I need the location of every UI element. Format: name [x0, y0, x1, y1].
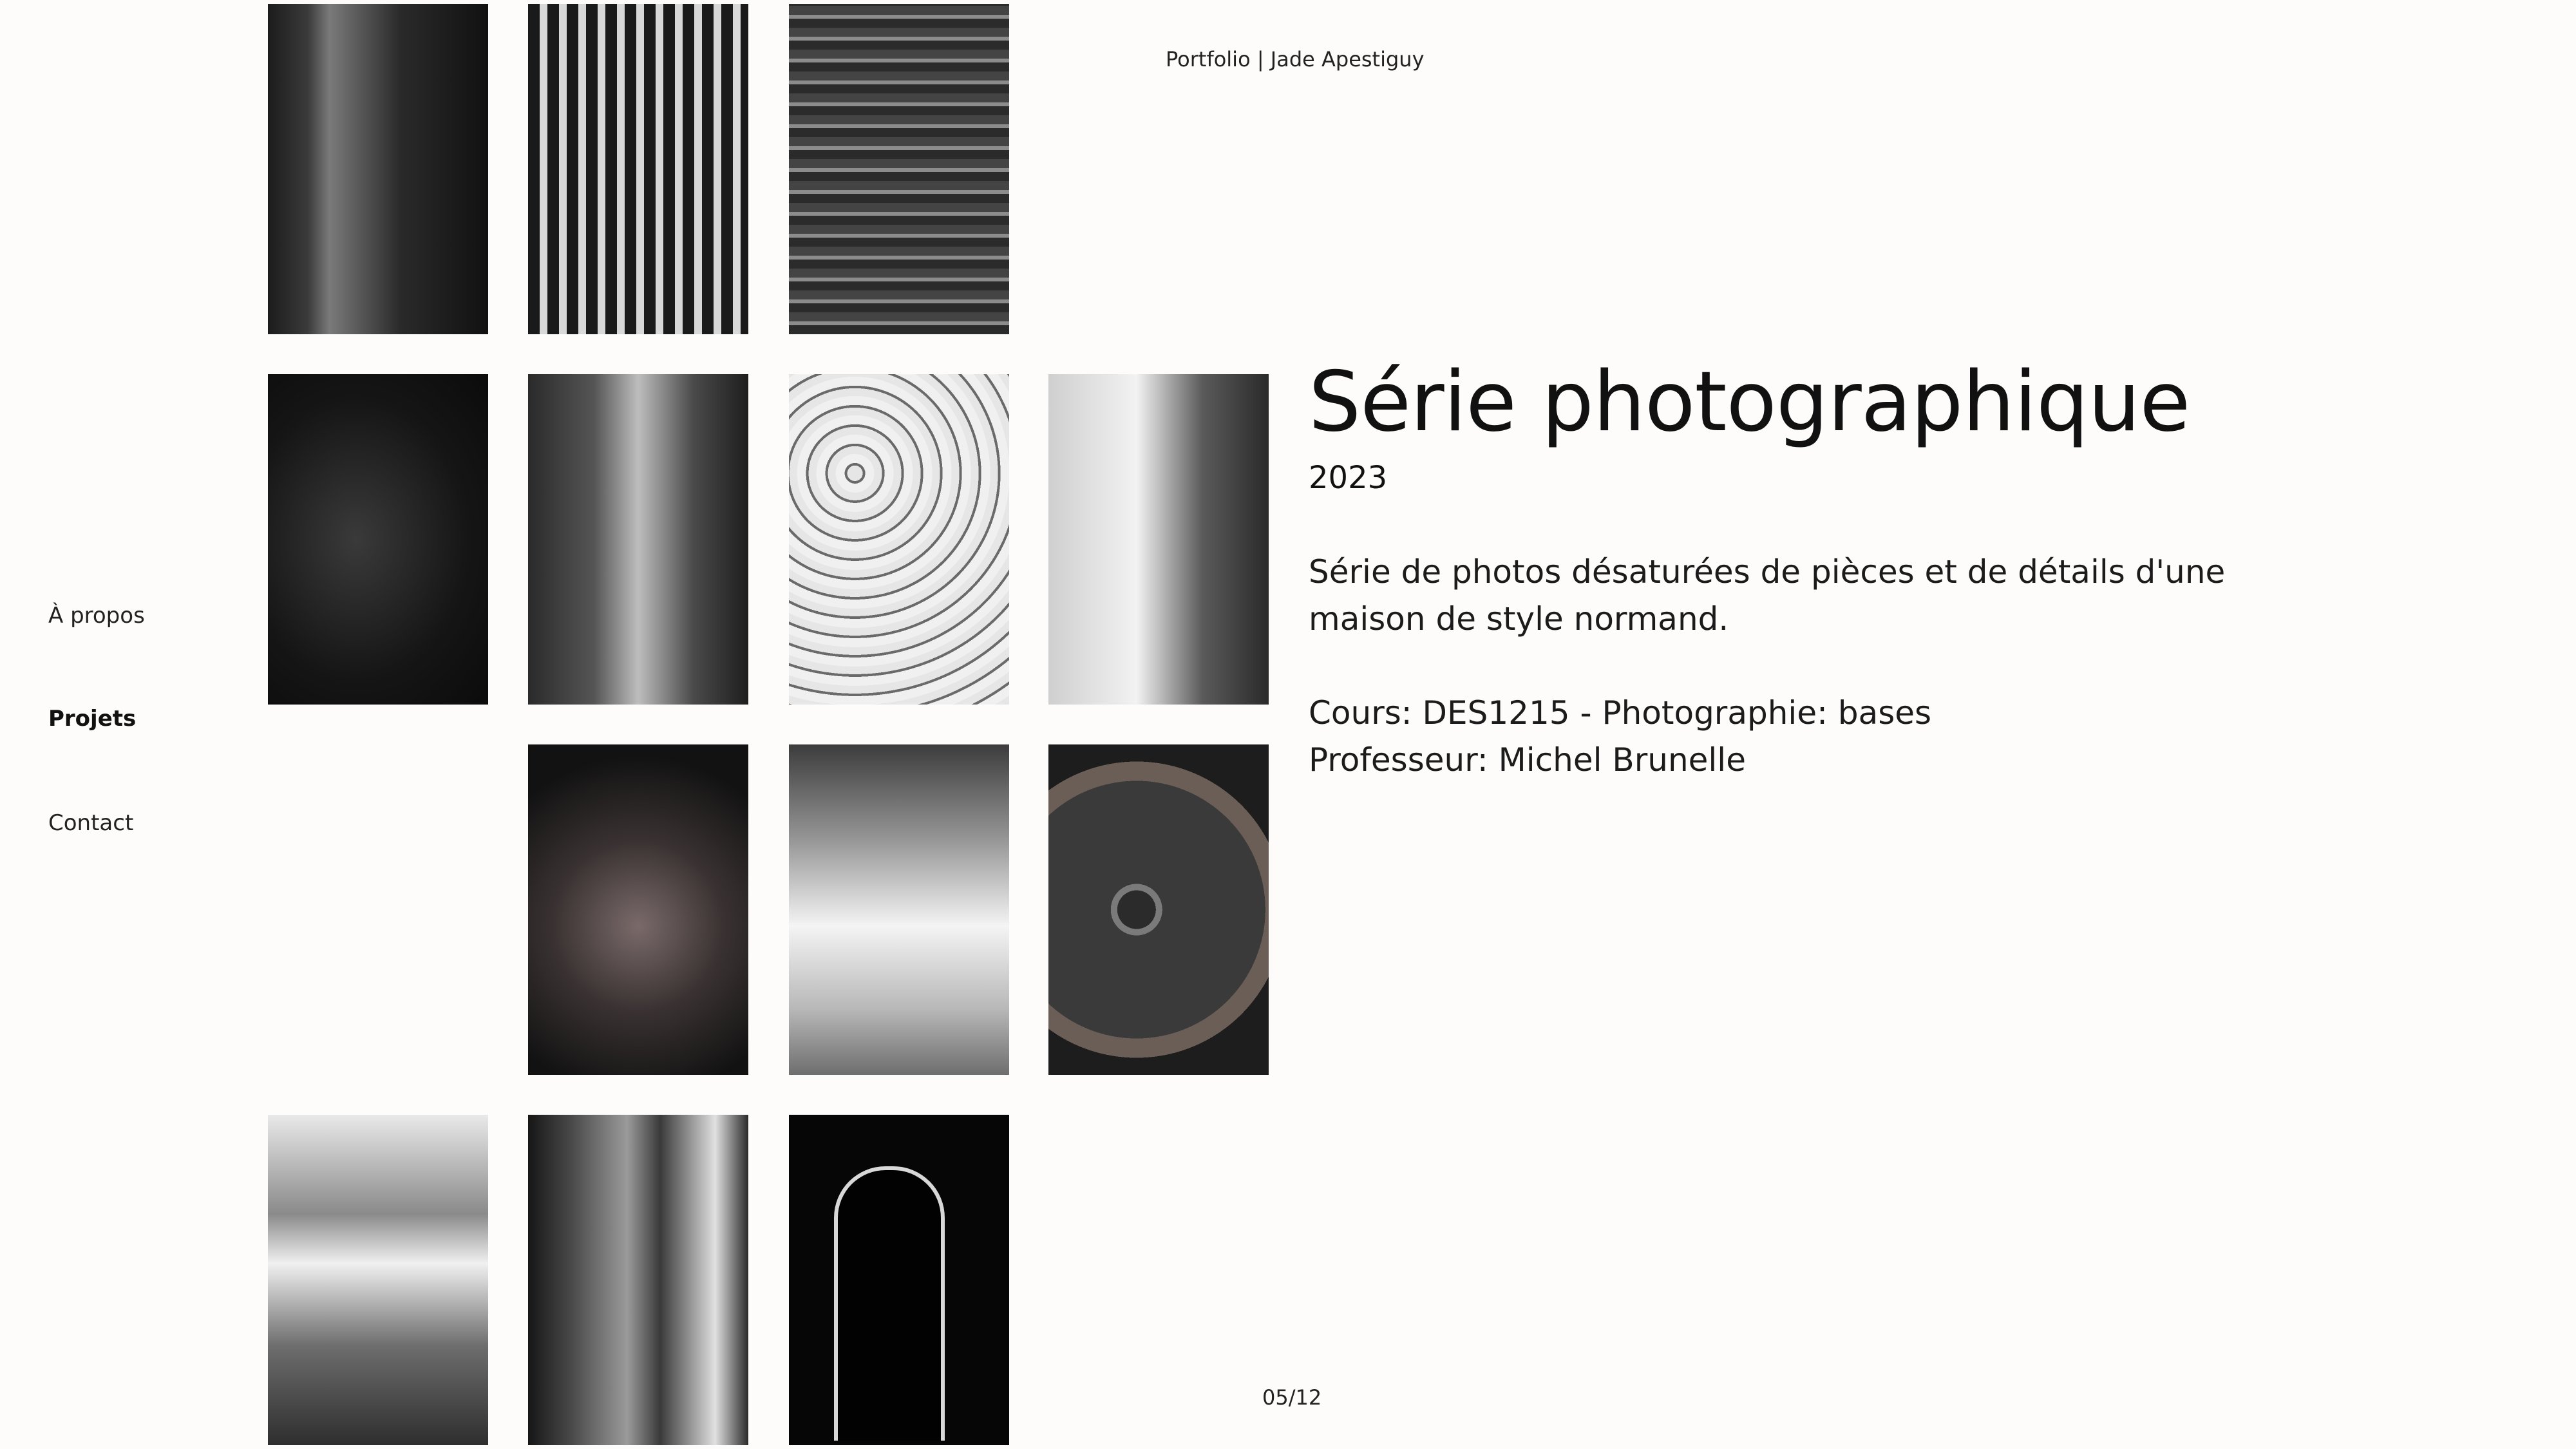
photo-wagon-wheel[interactable]	[1048, 744, 1269, 1075]
photo-rocking-chair[interactable]	[528, 374, 748, 705]
photo-floral-wallpaper-frames[interactable]	[789, 374, 1009, 705]
project-title: Série photographique	[1309, 354, 2190, 450]
project-info: Série photographique 2023 Série de photo…	[1309, 354, 2313, 784]
project-course: Cours: DES1215 - Photographie: bases	[1309, 694, 1932, 732]
photo-armchair-curtains[interactable]	[1048, 374, 1269, 705]
portfolio-page: À propos Projets Contact Portfolio | Jad…	[0, 0, 2576, 1449]
nav-item-contact[interactable]: Contact	[48, 810, 133, 836]
site-title[interactable]: Portfolio | Jade Apestiguy	[1166, 46, 1425, 72]
photo-wood-door-latch[interactable]	[268, 374, 488, 705]
photo-loom[interactable]	[789, 4, 1009, 334]
page-counter: 05/12	[1262, 1385, 1322, 1410]
photo-hallway-door[interactable]	[268, 4, 488, 334]
photo-arched-doorway[interactable]	[789, 1115, 1009, 1445]
nav-item-projets[interactable]: Projets	[48, 706, 136, 732]
nav-item-a-propos[interactable]: À propos	[48, 603, 145, 629]
project-professor: Professeur: Michel Brunelle	[1309, 741, 1746, 779]
photo-living-room-window[interactable]	[789, 744, 1009, 1075]
project-year: 2023	[1309, 460, 1388, 496]
project-description: Série de photos désaturées de pièces et …	[1309, 553, 2226, 638]
photo-bedroom-window[interactable]	[268, 1115, 488, 1445]
photo-flower-bouquet[interactable]	[528, 744, 748, 1075]
photo-bedroom-bed[interactable]	[528, 4, 748, 334]
arch-shape	[834, 1166, 945, 1441]
photo-hanging-pans[interactable]	[528, 1115, 748, 1445]
